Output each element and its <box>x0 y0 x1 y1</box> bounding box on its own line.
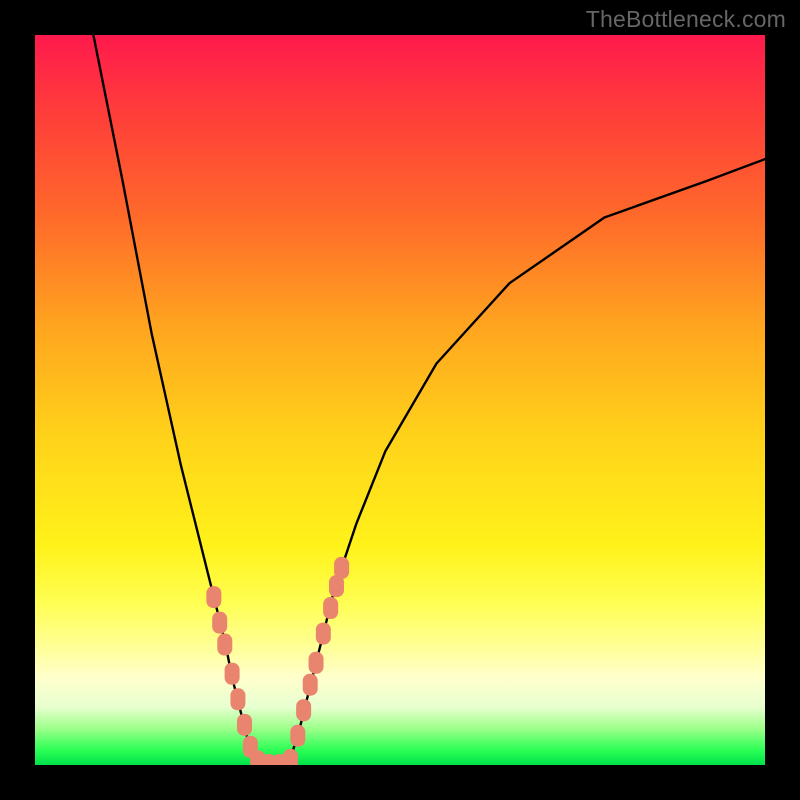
chart-frame: TheBottleneck.com <box>0 0 800 800</box>
curve-group <box>93 35 765 765</box>
marker-16 <box>323 597 338 619</box>
marker-2 <box>217 634 232 656</box>
curve-right-branch <box>291 159 766 758</box>
marker-5 <box>237 714 252 736</box>
marker-10 <box>283 749 298 765</box>
marker-14 <box>309 652 324 674</box>
marker-3 <box>225 663 240 685</box>
marker-1 <box>212 612 227 634</box>
marker-0 <box>206 586 221 608</box>
watermark-text: TheBottleneck.com <box>586 6 786 33</box>
marker-15 <box>316 623 331 645</box>
chart-svg <box>35 35 765 765</box>
marker-18 <box>334 557 349 579</box>
plot-area <box>35 35 765 765</box>
marker-13 <box>303 674 318 696</box>
marker-4 <box>230 688 245 710</box>
marker-11 <box>290 725 305 747</box>
marker-12 <box>296 699 311 721</box>
